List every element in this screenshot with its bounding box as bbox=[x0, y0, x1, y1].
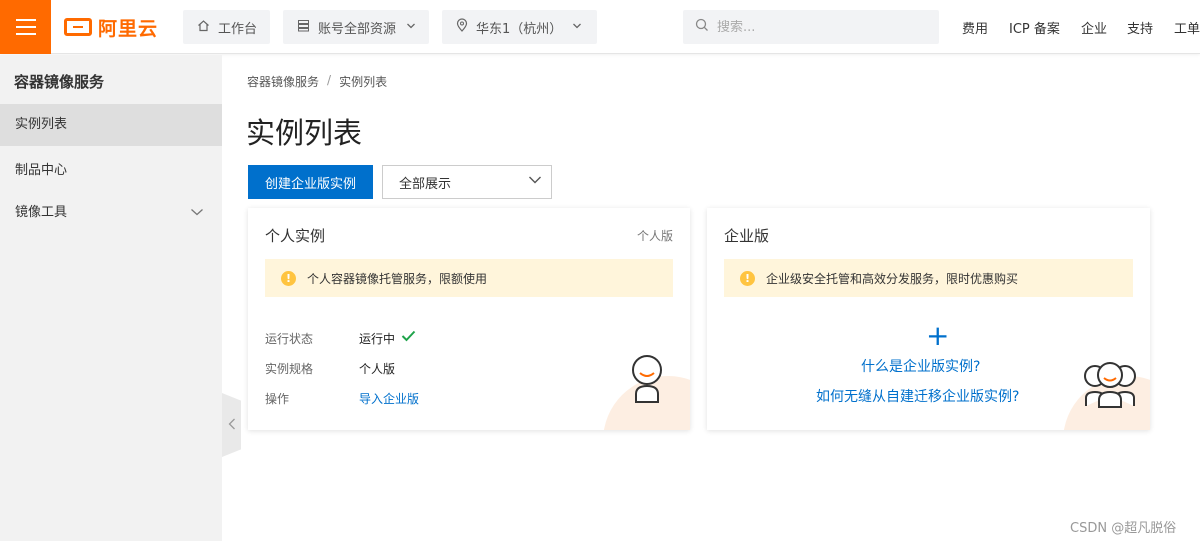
sidebar-item-instance-list[interactable]: 实例列表 bbox=[0, 104, 222, 146]
action-row: 操作 导入企业版 bbox=[265, 390, 419, 407]
icp-filing-link[interactable]: ICP 备案 bbox=[1009, 18, 1060, 37]
breadcrumb: 容器镜像服务 / 实例列表 bbox=[247, 73, 387, 90]
region-label: 华东1（杭州） bbox=[476, 21, 563, 37]
spec-value: 个人版 bbox=[359, 362, 396, 376]
sidebar-item-artifact-center[interactable]: 制品中心 bbox=[0, 150, 222, 192]
csdn-watermark: CSDN @超凡脱俗 bbox=[1070, 521, 1177, 536]
aliyun-logo[interactable]: 阿里云 bbox=[64, 16, 159, 40]
check-icon bbox=[401, 330, 416, 347]
search-input[interactable] bbox=[717, 19, 917, 35]
ticket-link[interactable]: 工单 bbox=[1174, 18, 1200, 37]
plus-icon[interactable]: + bbox=[926, 322, 949, 350]
support-link[interactable]: 支持 bbox=[1127, 18, 1153, 37]
menu-line bbox=[15, 33, 36, 35]
top-navigation-bar: 阿里云 工作台 账号全部资源 华东1（杭州） 费用 ICP 备案 企业 支持 bbox=[0, 0, 1200, 54]
notice-text: 个人容器镜像托管服务，限额使用 bbox=[307, 271, 488, 286]
billing-link[interactable]: 费用 bbox=[962, 18, 988, 37]
search-icon bbox=[695, 18, 709, 36]
notice-banner: ! 企业级安全托管和高效分发服务，限时优惠购买 bbox=[724, 259, 1133, 297]
warning-icon: ! bbox=[740, 270, 755, 286]
edition-tag: 个人版 bbox=[636, 229, 673, 243]
notice-banner: ! 个人容器镜像托管服务，限额使用 bbox=[265, 259, 673, 297]
chevron-left-icon bbox=[228, 418, 236, 433]
status-value: 运行中 bbox=[359, 332, 396, 346]
warning-icon: ! bbox=[281, 270, 296, 286]
region-dropdown[interactable]: 华东1（杭州） bbox=[442, 10, 597, 44]
global-search[interactable] bbox=[683, 10, 939, 44]
sidebar-item-label: 制品中心 bbox=[15, 163, 68, 178]
breadcrumb-separator: / bbox=[327, 73, 332, 87]
location-pin-icon bbox=[456, 18, 468, 36]
what-is-enterprise-link[interactable]: 什么是企业版实例? bbox=[861, 356, 980, 376]
home-icon bbox=[197, 19, 210, 36]
resource-group-label: 账号全部资源 bbox=[318, 21, 397, 37]
import-enterprise-link[interactable]: 导入企业版 bbox=[359, 390, 419, 407]
logo-text: 阿里云 bbox=[98, 17, 159, 40]
sidebar-item-label: 镜像工具 bbox=[15, 205, 68, 220]
breadcrumb-item-service[interactable]: 容器镜像服务 bbox=[247, 73, 319, 90]
resource-group-dropdown[interactable]: 账号全部资源 bbox=[283, 10, 429, 44]
chevron-down-icon bbox=[527, 172, 541, 186]
chevron-down-icon bbox=[572, 21, 582, 34]
spec-row: 实例规格 个人版 bbox=[265, 360, 395, 377]
status-row: 运行状态 运行中 bbox=[265, 330, 416, 347]
filter-select-value: 全部展示 bbox=[399, 176, 452, 192]
page-title: 实例列表 bbox=[246, 116, 363, 150]
breadcrumb-item-current: 实例列表 bbox=[339, 75, 388, 89]
create-enterprise-instance-button[interactable]: 创建企业版实例 bbox=[248, 165, 373, 199]
stack-icon bbox=[297, 19, 310, 36]
team-avatar-icon bbox=[1084, 362, 1136, 408]
sidebar-item-label: 实例列表 bbox=[15, 117, 68, 132]
aliyun-logo-icon bbox=[64, 18, 92, 36]
sidebar-collapse-button[interactable] bbox=[222, 393, 241, 457]
workbench-label: 工作台 bbox=[218, 21, 258, 37]
personal-instance-card: 个人实例 个人版 ! 个人容器镜像托管服务，限额使用 运行状态 运行中 实例规格… bbox=[248, 208, 690, 430]
card-title: 企业版 bbox=[724, 227, 770, 245]
enterprise-instance-card: 企业版 ! 企业级安全托管和高效分发服务，限时优惠购买 + 什么是企业版实例? … bbox=[707, 208, 1150, 430]
row-key: 操作 bbox=[265, 392, 290, 406]
workbench-button[interactable]: 工作台 bbox=[183, 10, 270, 44]
instance-filter-select[interactable]: 全部展示 bbox=[382, 165, 552, 199]
menu-line bbox=[15, 19, 36, 21]
sidebar-title: 容器镜像服务 bbox=[14, 73, 105, 91]
row-key: 运行状态 bbox=[265, 332, 314, 346]
person-avatar-icon bbox=[632, 355, 662, 403]
card-title: 个人实例 bbox=[265, 227, 326, 245]
menu-line bbox=[15, 26, 36, 28]
chevron-down-icon bbox=[406, 21, 416, 34]
hamburger-menu-button[interactable] bbox=[0, 0, 51, 54]
enterprise-link[interactable]: 企业 bbox=[1081, 18, 1107, 37]
row-key: 实例规格 bbox=[265, 362, 314, 376]
notice-text: 企业级安全托管和高效分发服务，限时优惠购买 bbox=[766, 271, 1019, 286]
chevron-down-icon bbox=[190, 192, 204, 234]
sidebar: 容器镜像服务 实例列表 制品中心 镜像工具 bbox=[0, 55, 222, 541]
sidebar-item-image-tools[interactable]: 镜像工具 bbox=[0, 192, 222, 234]
migrate-to-enterprise-link[interactable]: 如何无缝从自建迁移企业版实例? bbox=[816, 386, 1019, 406]
